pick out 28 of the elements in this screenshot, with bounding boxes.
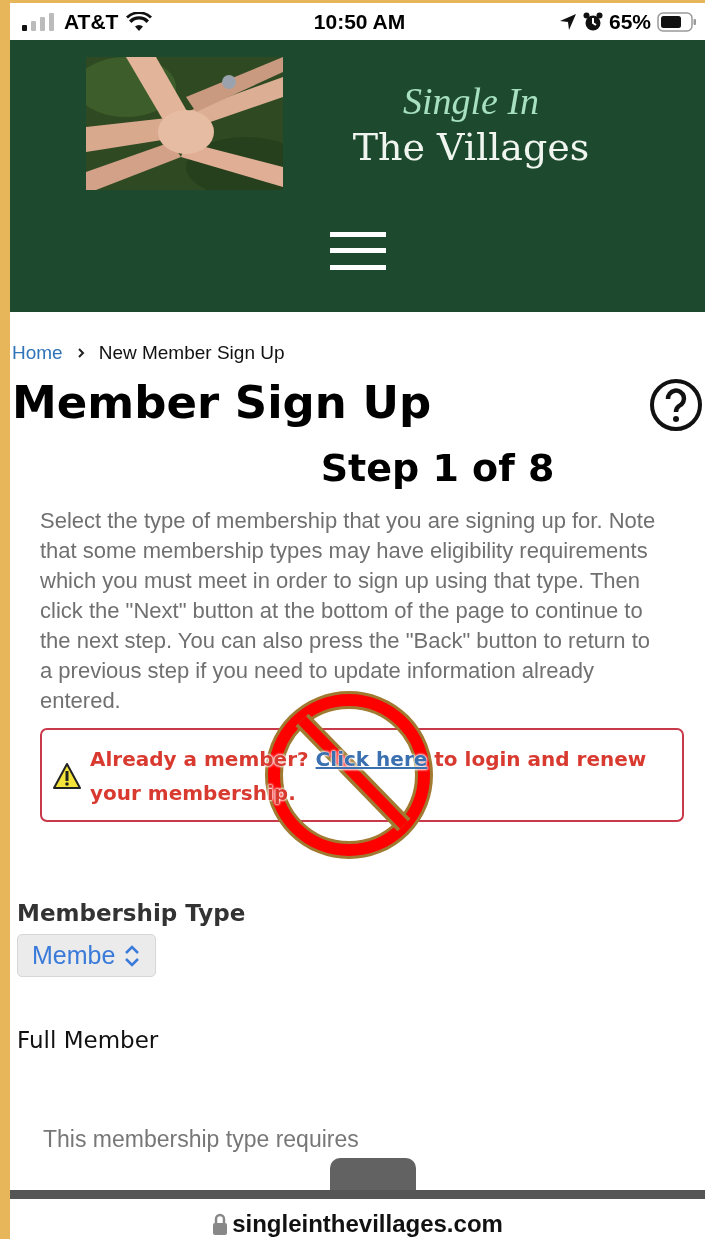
- lock-icon: [212, 1212, 229, 1235]
- membership-select[interactable]: Membe: [17, 934, 157, 977]
- battery-icon: [657, 11, 697, 32]
- membership-name: Full Member: [17, 1027, 160, 1053]
- toolbar-handle[interactable]: [330, 1158, 416, 1190]
- breadcrumb-current: New Member Sign Up: [98, 342, 285, 364]
- battery-percent: 65%: [608, 9, 651, 34]
- warning-icon: [52, 762, 82, 790]
- help-icon[interactable]: [649, 378, 703, 432]
- clock-time: 10:50 AM: [312, 9, 407, 34]
- logo-text: Single In: [402, 78, 540, 123]
- logo-text: The Villages: [352, 124, 590, 169]
- signal-icon: [22, 12, 56, 31]
- location-arrow-icon: [558, 12, 577, 31]
- alarm-clock-icon: [582, 11, 603, 32]
- wifi-icon: [126, 12, 153, 31]
- field-label: Membership Type: [17, 900, 247, 926]
- carrier-name: AT&T: [64, 9, 119, 34]
- chevron-icon: [76, 347, 85, 359]
- address-bar[interactable]: singleinthevillages.com: [10, 1190, 705, 1239]
- menu-icon[interactable]: [329, 232, 386, 270]
- membership-note: This membership type requires: [43, 1126, 360, 1153]
- step-indicator: Step 1 of 8: [319, 446, 556, 490]
- url-text: singleinthevillages.com: [232, 1209, 503, 1238]
- page-title: Member Sign Up: [12, 376, 432, 429]
- breadcrumb-link[interactable]: Home: [12, 342, 63, 364]
- chevron-updown-icon: [123, 944, 142, 967]
- instructions-text: Select the type of membership that you are signing up for. Note that some membership types may have eligibility requirements which you must meet in order to sign up using that type. Then click the "Next" button at the bottom of the page to continue to the next step. You can also press the "Back" button to return to a previous step if you need to update information already entered.: [40, 507, 657, 715]
